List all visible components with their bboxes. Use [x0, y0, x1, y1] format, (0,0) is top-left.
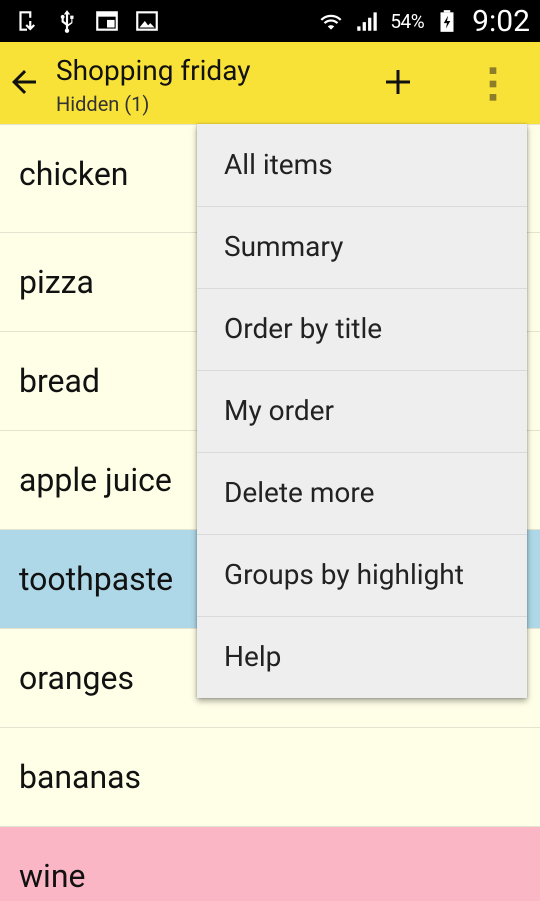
- menu-item-label: Summary: [224, 230, 344, 263]
- page-title: Shopping friday: [56, 54, 251, 87]
- signal-icon: [357, 12, 378, 31]
- usb-icon: [60, 10, 74, 33]
- list-item-label: pizza: [19, 263, 94, 301]
- menu-item-all-items[interactable]: All items: [197, 124, 527, 207]
- menu-item-label: Delete more: [224, 476, 375, 509]
- wifi-icon: [320, 14, 342, 30]
- menu-item-label: Help: [224, 640, 282, 673]
- add-icon[interactable]: [380, 64, 416, 100]
- menu-item-my-order[interactable]: My order: [197, 370, 527, 453]
- list-item-label: bananas: [19, 758, 142, 796]
- app-bar: Shopping friday Hidden (1): [0, 42, 540, 124]
- overflow-menu: All items Summary Order by title My orde…: [197, 124, 527, 698]
- list-item-label: apple juice: [19, 461, 172, 499]
- status-bar: 54% 9:02: [0, 0, 540, 42]
- image-icon: [136, 11, 158, 31]
- battery-charging-icon: [440, 10, 454, 32]
- download-notification-icon: [19, 11, 36, 31]
- menu-item-help[interactable]: Help: [197, 616, 527, 698]
- overflow-menu-icon[interactable]: [482, 64, 504, 104]
- list-item[interactable]: bananas: [0, 727, 540, 826]
- menu-item-delete-more[interactable]: Delete more: [197, 452, 527, 535]
- list-item-label: wine: [19, 857, 86, 895]
- back-arrow-icon[interactable]: [6, 64, 42, 100]
- page-subtitle: Hidden (1): [56, 92, 150, 116]
- list-item-highlighted[interactable]: wine: [0, 826, 540, 901]
- menu-item-label: My order: [224, 394, 334, 427]
- menu-item-summary[interactable]: Summary: [197, 206, 527, 289]
- list-item-label: oranges: [19, 659, 134, 697]
- list-item-label: toothpaste: [19, 560, 174, 598]
- menu-item-label: All items: [224, 148, 333, 181]
- list-item-label: chicken: [19, 155, 129, 193]
- menu-item-label: Groups by highlight: [224, 558, 464, 591]
- list-item-label: bread: [19, 362, 100, 400]
- menu-item-groups-by-highlight[interactable]: Groups by highlight: [197, 534, 527, 617]
- clock: 9:02: [472, 3, 530, 39]
- window-icon: [96, 11, 118, 31]
- menu-item-label: Order by title: [224, 312, 383, 345]
- menu-item-order-by-title[interactable]: Order by title: [197, 288, 527, 371]
- battery-percent: 54%: [390, 9, 425, 33]
